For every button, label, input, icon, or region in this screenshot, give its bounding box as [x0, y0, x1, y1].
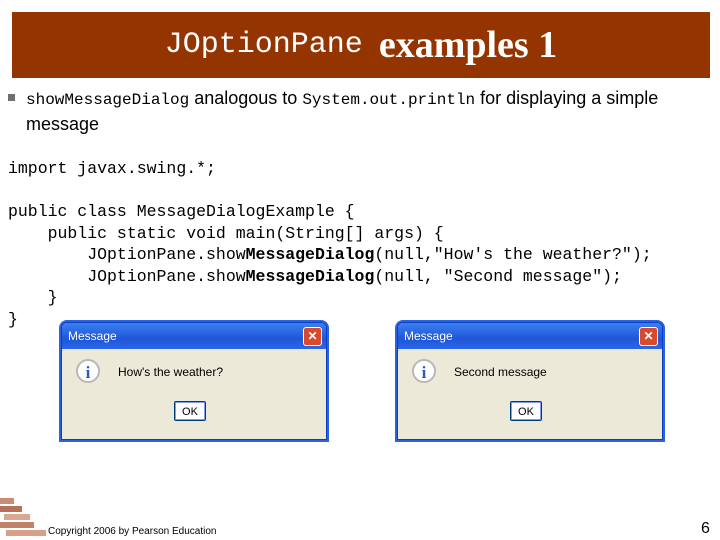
page-number: 6 [701, 520, 710, 537]
code-line-close-method: } [8, 288, 58, 307]
close-icon[interactable]: ✕ [639, 327, 658, 346]
brick [0, 498, 14, 504]
dialog-body: i Second message OK [398, 349, 662, 439]
code-line-call1-post: (null,"How's the weather?"); [374, 245, 652, 264]
dialog-title-bar[interactable]: Message ✕ [398, 323, 662, 349]
message-dialog-2: Message ✕ i Second message OK [397, 322, 663, 440]
dialog-title: Message [404, 329, 453, 343]
brick [0, 522, 34, 528]
code-line-call1-pre: JOptionPane.show [8, 245, 246, 264]
code-line-class: public class MessageDialogExample { [8, 202, 355, 221]
copyright-text: Copyright 2006 by Pearson Education [48, 526, 217, 537]
code-line-call2-pre: JOptionPane.show [8, 266, 246, 286]
bullet-println-name: System.out.println [302, 91, 476, 109]
brick [4, 514, 30, 520]
info-icon: i [76, 359, 100, 383]
brick [6, 530, 46, 536]
square-bullet-icon [8, 94, 15, 101]
code-line-call1-bold: MessageDialog [245, 245, 375, 264]
dialog-message: How's the weather? [118, 365, 224, 379]
code-block: import javax.swing.*; public class Messa… [8, 158, 720, 330]
slide-title-class: JOptionPane [164, 28, 363, 62]
code-line-import: import javax.swing.*; [8, 159, 216, 178]
dialog-title: Message [68, 329, 117, 343]
slide-title-text: examples 1 [378, 24, 558, 66]
bullet-text: showMessageDialog analogous to System.ou… [26, 86, 708, 136]
brick-decoration-icon [0, 498, 46, 536]
message-dialog-1: Message ✕ i How's the weather? OK [61, 322, 327, 440]
code-line-main: public static void main(String[] args) { [8, 223, 444, 243]
bullet-method-name: showMessageDialog [26, 91, 190, 109]
slide-title-bar: JOptionPane examples 1 [12, 12, 710, 78]
code-line-call2-bold: MessageDialog [245, 266, 375, 286]
dialog-title-bar[interactable]: Message ✕ [62, 323, 326, 349]
info-icon: i [412, 359, 436, 383]
ok-button[interactable]: OK [510, 401, 542, 421]
bullet-text-part1: analogous to [189, 88, 303, 108]
bullet-point: showMessageDialog analogous to System.ou… [8, 86, 708, 136]
brick [0, 506, 22, 512]
close-icon[interactable]: ✕ [303, 327, 322, 346]
dialog-message: Second message [454, 365, 547, 379]
code-line-call2-post: (null, "Second message"); [374, 266, 622, 286]
code-line-close-class: } [8, 309, 18, 329]
dialog-body: i How's the weather? OK [62, 349, 326, 439]
ok-button[interactable]: OK [174, 401, 206, 421]
